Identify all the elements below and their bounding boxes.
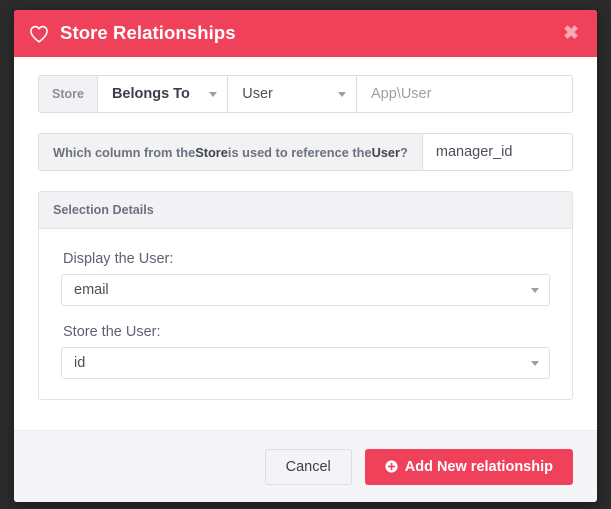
related-model-select[interactable]: User bbox=[228, 76, 357, 112]
modal-header: Store Relationships ✖ bbox=[14, 10, 597, 57]
display-user-field: Display the User: email bbox=[61, 251, 550, 306]
chevron-down-icon bbox=[338, 92, 346, 97]
question-middle: is used to reference the bbox=[227, 144, 372, 160]
store-user-label: Store the User: bbox=[63, 324, 161, 340]
related-model-value: User bbox=[242, 86, 273, 102]
question-prefix: Which column from the bbox=[53, 144, 196, 160]
question-strong-store: Store bbox=[195, 144, 228, 160]
chevron-down-icon bbox=[209, 92, 218, 97]
reference-column-row: Which column from the Store is used to r… bbox=[38, 133, 573, 171]
model-class-input[interactable] bbox=[357, 76, 572, 112]
relationship-type-value: Belongs To bbox=[111, 86, 190, 102]
selection-details-body: Display the User: email Store the User: … bbox=[39, 229, 572, 399]
store-user-select[interactable]: id bbox=[61, 347, 550, 379]
store-addon-label: Store bbox=[39, 76, 98, 112]
store-relationships-modal: Store Relationships ✖ Store Belongs To U… bbox=[14, 10, 597, 502]
relationship-input-group: Store Belongs To User bbox=[38, 75, 573, 113]
question-suffix: ? bbox=[400, 144, 408, 160]
reference-column-value: manager_id bbox=[435, 144, 513, 160]
question-strong-user: User bbox=[371, 144, 401, 160]
page-title: Store Relationships bbox=[60, 22, 236, 44]
modal-footer: Cancel Add New relationship bbox=[14, 430, 597, 502]
display-user-label: Display the User: bbox=[63, 251, 174, 267]
reference-column-question: Which column from the Store is used to r… bbox=[39, 134, 423, 170]
add-relationship-label: Add New relationship bbox=[404, 458, 553, 475]
selection-details-panel: Selection Details Display the User: emai… bbox=[38, 191, 573, 400]
cancel-button[interactable]: Cancel bbox=[264, 448, 352, 485]
display-user-value: email bbox=[74, 282, 109, 298]
close-icon[interactable]: ✖ bbox=[561, 24, 581, 43]
relationship-type-select[interactable]: Belongs To bbox=[97, 76, 229, 112]
modal-body: Store Belongs To User Which column from … bbox=[14, 57, 597, 430]
chevron-down-icon bbox=[531, 288, 539, 293]
add-relationship-button[interactable]: Add New relationship bbox=[364, 448, 573, 485]
display-user-select[interactable]: email bbox=[61, 274, 550, 306]
chevron-down-icon bbox=[531, 361, 539, 366]
store-user-value: id bbox=[74, 355, 86, 371]
selection-details-heading: Selection Details bbox=[39, 192, 572, 229]
store-user-field: Store the User: id bbox=[61, 324, 550, 379]
reference-column-select[interactable]: manager_id bbox=[422, 134, 572, 170]
plus-circle-icon bbox=[385, 460, 398, 473]
heart-outline-icon bbox=[30, 25, 48, 43]
